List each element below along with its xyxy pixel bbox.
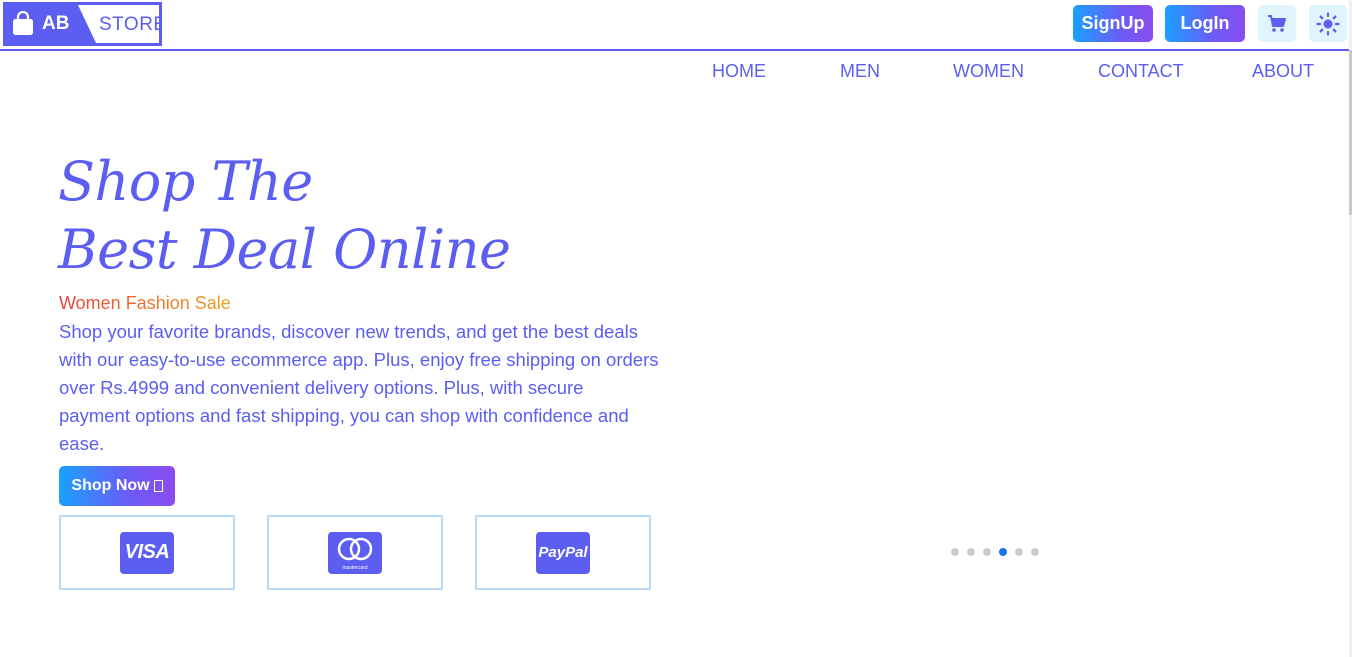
shop-now-label: Shop Now [71,477,150,494]
carousel-dot[interactable] [1031,548,1039,556]
login-button[interactable]: LogIn [1165,5,1245,42]
carousel-dot[interactable] [951,548,959,556]
missing-glyph-icon [153,480,163,492]
nav-women[interactable]: WOMEN [953,61,1024,82]
logo-text-store: STORE [99,14,162,35]
cart-icon [1268,14,1286,32]
payment-card-paypal: PayPal [475,515,651,590]
shop-now-button[interactable]: Shop Now [59,466,175,506]
nav-about[interactable]: ABOUT [1252,61,1314,82]
logo-text-ab: AB [42,13,70,34]
carousel-dot-active[interactable] [999,548,1007,556]
payment-card-mastercard: mastercard [267,515,443,590]
nav-contact[interactable]: CONTACT [1098,61,1184,82]
mastercard-circles-icon [337,537,373,560]
hero-description: Shop your favorite brands, discover new … [59,321,659,454]
carousel-dot[interactable] [1015,548,1023,556]
visa-icon: VISA [120,531,174,574]
carousel-dot[interactable] [983,548,991,556]
shopping-bag-icon [13,11,33,35]
cart-button[interactable] [1258,5,1296,42]
hero-title: Shop The Best Deal Online [58,148,511,284]
hero-title-line2: Best Deal Online [58,218,511,281]
sale-subtitle: Women Fashion Sale [59,293,231,313]
store-logo[interactable]: AB STORE [3,2,162,46]
mastercard-icon: mastercard [328,531,382,574]
paypal-icon: PayPal [536,531,590,574]
mastercard-label: mastercard [342,564,368,571]
paypal-label: PayPal [538,544,588,561]
nav-men[interactable]: MEN [840,61,880,82]
payment-card-visa: VISA [59,515,235,590]
carousel-dots [951,548,1039,556]
theme-toggle-button[interactable] [1309,5,1347,42]
signup-button[interactable]: SignUp [1073,5,1153,42]
carousel-dot[interactable] [967,548,975,556]
header: AB STORE SignUp LogIn [0,0,1349,51]
sun-icon [1316,11,1340,36]
nav-home[interactable]: HOME [712,61,766,82]
visa-label: VISA [124,541,170,563]
hero-title-line1: Shop The [58,150,313,213]
